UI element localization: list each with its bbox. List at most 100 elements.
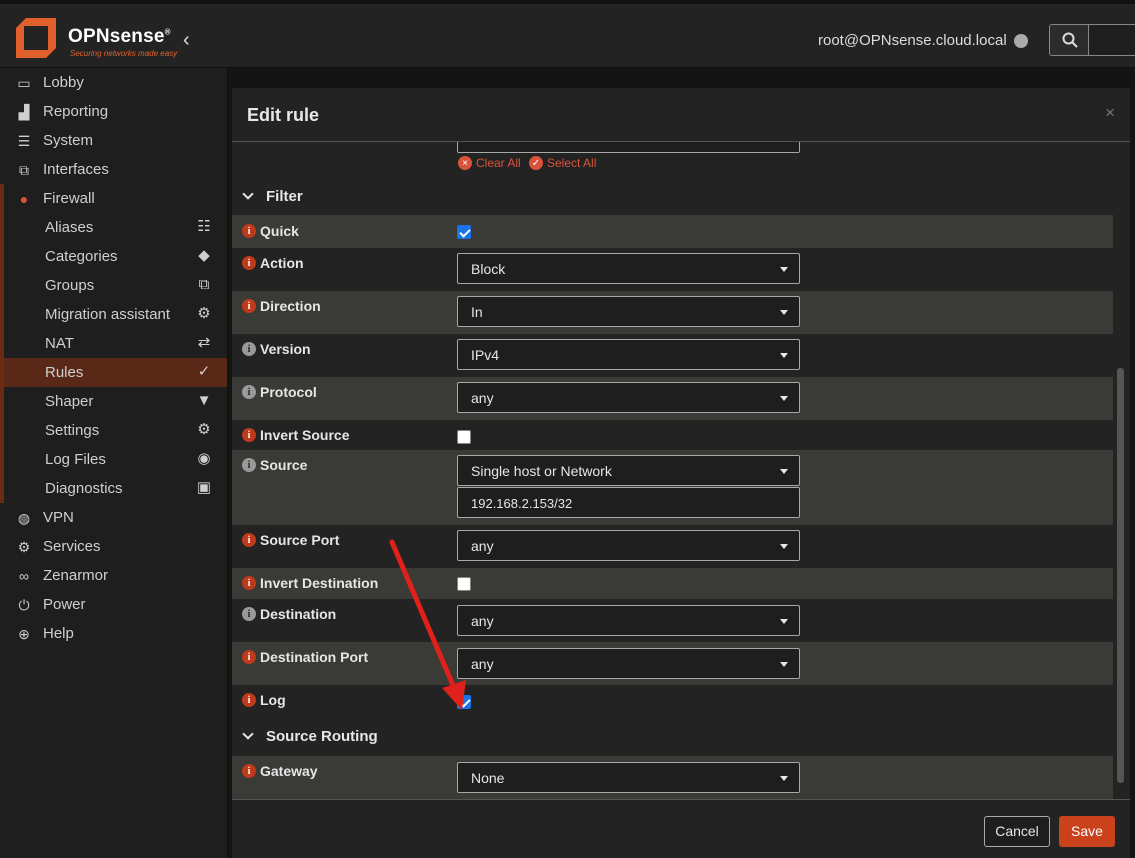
save-button[interactable]: Save [1059,816,1115,847]
form-row-action: i Action Block [232,248,1113,291]
dialog-scrollbar[interactable] [1117,368,1124,783]
list-icon: ☷ [197,218,211,235]
sidebar-item-vpn[interactable]: ◍ VPN [0,503,227,532]
chevron-left-icon[interactable]: ‹ [183,29,190,52]
check-circle-icon: ✓ [529,156,543,170]
info-icon[interactable]: i [242,385,256,399]
clear-all-link[interactable]: × Clear All [458,156,521,170]
direction-select[interactable]: In [457,296,800,327]
invert-destination-checkbox[interactable] [457,577,471,591]
info-icon[interactable]: i [242,428,256,442]
form-row-invert-source: i Invert Source [232,420,1113,450]
times-circle-icon: × [458,156,472,170]
info-icon[interactable]: i [242,224,256,238]
destination-select[interactable]: any [457,605,800,636]
dialog-header: Edit rule × [232,88,1130,142]
info-icon[interactable]: i [242,458,256,472]
cog-icon: ⚙ [17,538,31,555]
source-type-select[interactable]: Single host or Network [457,455,800,486]
info-icon[interactable]: i [242,533,256,547]
dialog-body: × Clear All ✓ Select All Filter i Quick i Ac… [232,142,1114,799]
info-icon[interactable]: i [242,342,256,356]
quick-checkbox[interactable] [457,225,471,239]
sidebar-subitem-settings[interactable]: Settings ⚙ [0,416,227,445]
source-label: i Source [242,457,307,473]
log-label: i Log [242,692,286,708]
form-row-destination: i Destination any [232,599,1113,642]
opnsense-logo-icon[interactable] [12,14,60,62]
source-address-input[interactable]: 192.168.2.153/32 [457,487,800,518]
direction-label: i Direction [242,298,321,314]
dialog-footer: Cancel Save [232,799,1130,858]
sidebar-subitem-nat[interactable]: NAT ⇄ [0,329,227,358]
destination-port-label: i Destination Port [242,649,368,665]
filter-section-toggle[interactable]: Filter [242,188,303,205]
info-icon[interactable]: i [242,576,256,590]
info-icon[interactable]: i [242,607,256,621]
search-icon [1062,32,1078,48]
sidebar-item-zenarmor[interactable]: ∞ Zenarmor [0,561,227,590]
search-button[interactable] [1049,24,1089,56]
invert-destination-label: i Invert Destination [242,575,378,591]
interface-select[interactable] [457,142,800,153]
form-row-source: i Source Single host or Network 192.168.2… [232,450,1113,525]
sidebar-subitem-migration-assistant[interactable]: Migration assistant ⚙ [0,300,227,329]
sidebar-subitem-groups[interactable]: Groups ⧉ [0,271,227,300]
search-input[interactable] [1089,24,1135,56]
info-icon[interactable]: i [242,299,256,313]
action-select[interactable]: Block [457,253,800,284]
info-icon[interactable]: i [242,764,256,778]
log-checkbox[interactable] [457,695,471,709]
status-indicator[interactable] [1014,34,1028,48]
laptop-icon: ▭ [17,74,31,91]
top-navbar: OPNsense® Securing networks made easy ‹ … [0,0,1135,68]
server-icon: ☰ [17,132,31,149]
lifebuoy-icon: ⊕ [18,625,30,642]
caret-down-icon [780,544,788,549]
caret-down-icon [780,353,788,358]
quick-label: i Quick [242,223,299,239]
gateway-label: i Gateway [242,763,318,779]
info-icon[interactable]: i [242,693,256,707]
version-select[interactable]: IPv4 [457,339,800,370]
cancel-button[interactable]: Cancel [984,816,1050,847]
sidebar-subitem-rules[interactable]: Rules ✓ [0,358,227,387]
user-menu[interactable]: root@OPNsense.cloud.local [818,32,1007,49]
medkit-icon: ▣ [196,479,212,496]
close-icon[interactable]: × [1105,103,1115,123]
destination-port-select[interactable]: any [457,648,800,679]
binoculars-icon: ∞ [19,567,29,584]
sitemap-icon: ⧉ [19,161,29,178]
brand-name: OPNsense® [68,26,171,47]
sidebar-item-help[interactable]: ⊕ Help [0,619,227,648]
sidebar-subitem-log-files[interactable]: Log Files ◉ [0,445,227,474]
source-port-select[interactable]: any [457,530,800,561]
protocol-select[interactable]: any [457,382,800,413]
gateway-select[interactable]: None [457,762,800,793]
sidebar-item-system[interactable]: ☰ System [0,126,227,155]
fire-icon: ● [19,190,29,207]
select-all-link[interactable]: ✓ Select All [529,156,596,170]
sidebar-item-lobby[interactable]: ▭ Lobby [0,68,227,97]
sidebar-subitem-diagnostics[interactable]: Diagnostics ▣ [0,474,227,503]
invert-source-checkbox[interactable] [457,430,471,444]
caret-down-icon [780,396,788,401]
sidebar-subitem-shaper[interactable]: Shaper ▼ [0,387,227,416]
sidebar-subitem-aliases[interactable]: Aliases ☷ [0,213,227,242]
sidebar-subitem-categories[interactable]: Categories ◆ [0,242,227,271]
form-row-destination-port: i Destination Port any [232,642,1113,685]
info-icon[interactable]: i [242,256,256,270]
sidebar-item-firewall[interactable]: ● Firewall [0,184,227,213]
sidebar-item-services[interactable]: ⚙ Services [0,532,227,561]
sidebar-item-reporting[interactable]: ▟ Reporting [0,97,227,126]
form-row-source-port: i Source Port any [232,525,1113,568]
protocol-label: i Protocol [242,384,317,400]
info-icon[interactable]: i [242,650,256,664]
sidebar-item-interfaces[interactable]: ⧉ Interfaces [0,155,227,184]
cogs-icon: ⚙ [197,305,211,322]
form-row-direction: i Direction In [232,291,1113,334]
sidebar-item-power[interactable]: ⏻ Power [0,590,227,619]
source-routing-section-toggle[interactable]: Source Routing [242,728,378,745]
eye-icon: ◉ [197,450,211,467]
brand-tagline: Securing networks made easy [70,49,178,58]
